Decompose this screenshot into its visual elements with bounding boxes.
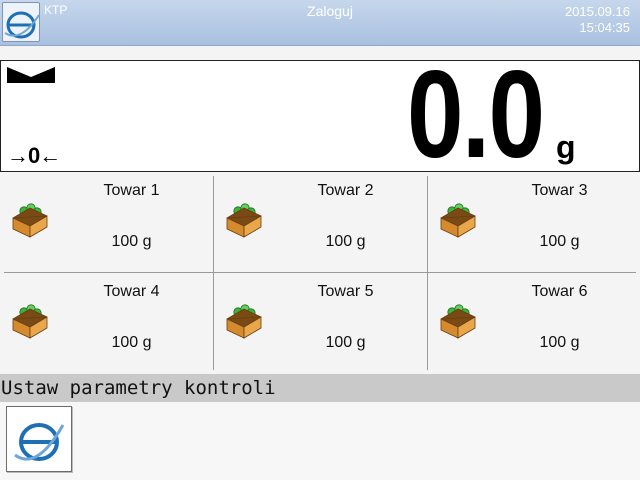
product-weight: 100 g: [325, 233, 366, 250]
product-name: Towar 1: [103, 182, 160, 199]
product-grid: Towar 1 100 g Towar 2 100 g Towar 3 100 …: [0, 172, 640, 374]
product-name: Towar 5: [317, 283, 374, 300]
product-box-icon: [438, 299, 478, 339]
product-name: Towar 3: [531, 182, 588, 199]
date-text: 2015.09.16: [564, 4, 630, 19]
zero-indicator: →0←: [7, 143, 61, 168]
weight-display: →0← 0.0 g: [0, 53, 640, 177]
bottom-bar: [0, 402, 640, 480]
scale-screen: KTP Zaloguj 2015.09.16 15:04:35 →0← 0.0 …: [0, 0, 640, 480]
product-tile[interactable]: Towar 2 100 g: [214, 172, 427, 273]
e-logo-icon: [14, 423, 65, 461]
product-weight: 100 g: [111, 334, 152, 351]
home-button[interactable]: [6, 406, 72, 472]
weight-unit: g: [556, 129, 576, 165]
product-name: Towar 4: [103, 283, 160, 300]
product-name: Towar 2: [317, 182, 374, 199]
login-button[interactable]: Zaloguj: [0, 3, 640, 19]
message-bar: Ustaw parametry kontroli: [0, 374, 640, 402]
product-box-icon: [438, 198, 478, 238]
product-weight: 100 g: [539, 233, 580, 250]
datetime: 2015.09.16 15:04:35: [565, 4, 630, 36]
message-text: Ustaw parametry kontroli: [1, 377, 276, 399]
product-name: Towar 6: [531, 283, 588, 300]
product-weight: 100 g: [539, 334, 580, 351]
product-weight: 100 g: [111, 233, 152, 250]
time-text: 15:04:35: [579, 20, 630, 35]
product-tile[interactable]: Towar 3 100 g: [428, 172, 640, 273]
product-box-icon: [224, 299, 264, 339]
stability-icon: [7, 67, 55, 83]
grid-divider: [427, 176, 428, 370]
product-tile[interactable]: Towar 1 100 g: [0, 172, 213, 273]
product-tile[interactable]: Towar 6 100 g: [428, 273, 640, 374]
grid-divider: [4, 272, 636, 273]
product-box-icon: [10, 299, 50, 339]
product-tile[interactable]: Towar 4 100 g: [0, 273, 213, 374]
grid-divider: [213, 176, 214, 370]
product-box-icon: [224, 198, 264, 238]
product-box-icon: [10, 198, 50, 238]
weight-value: 0.0: [406, 46, 545, 184]
product-tile[interactable]: Towar 5 100 g: [214, 273, 427, 374]
product-weight: 100 g: [325, 334, 366, 351]
header-bar: KTP Zaloguj 2015.09.16 15:04:35: [0, 0, 640, 46]
